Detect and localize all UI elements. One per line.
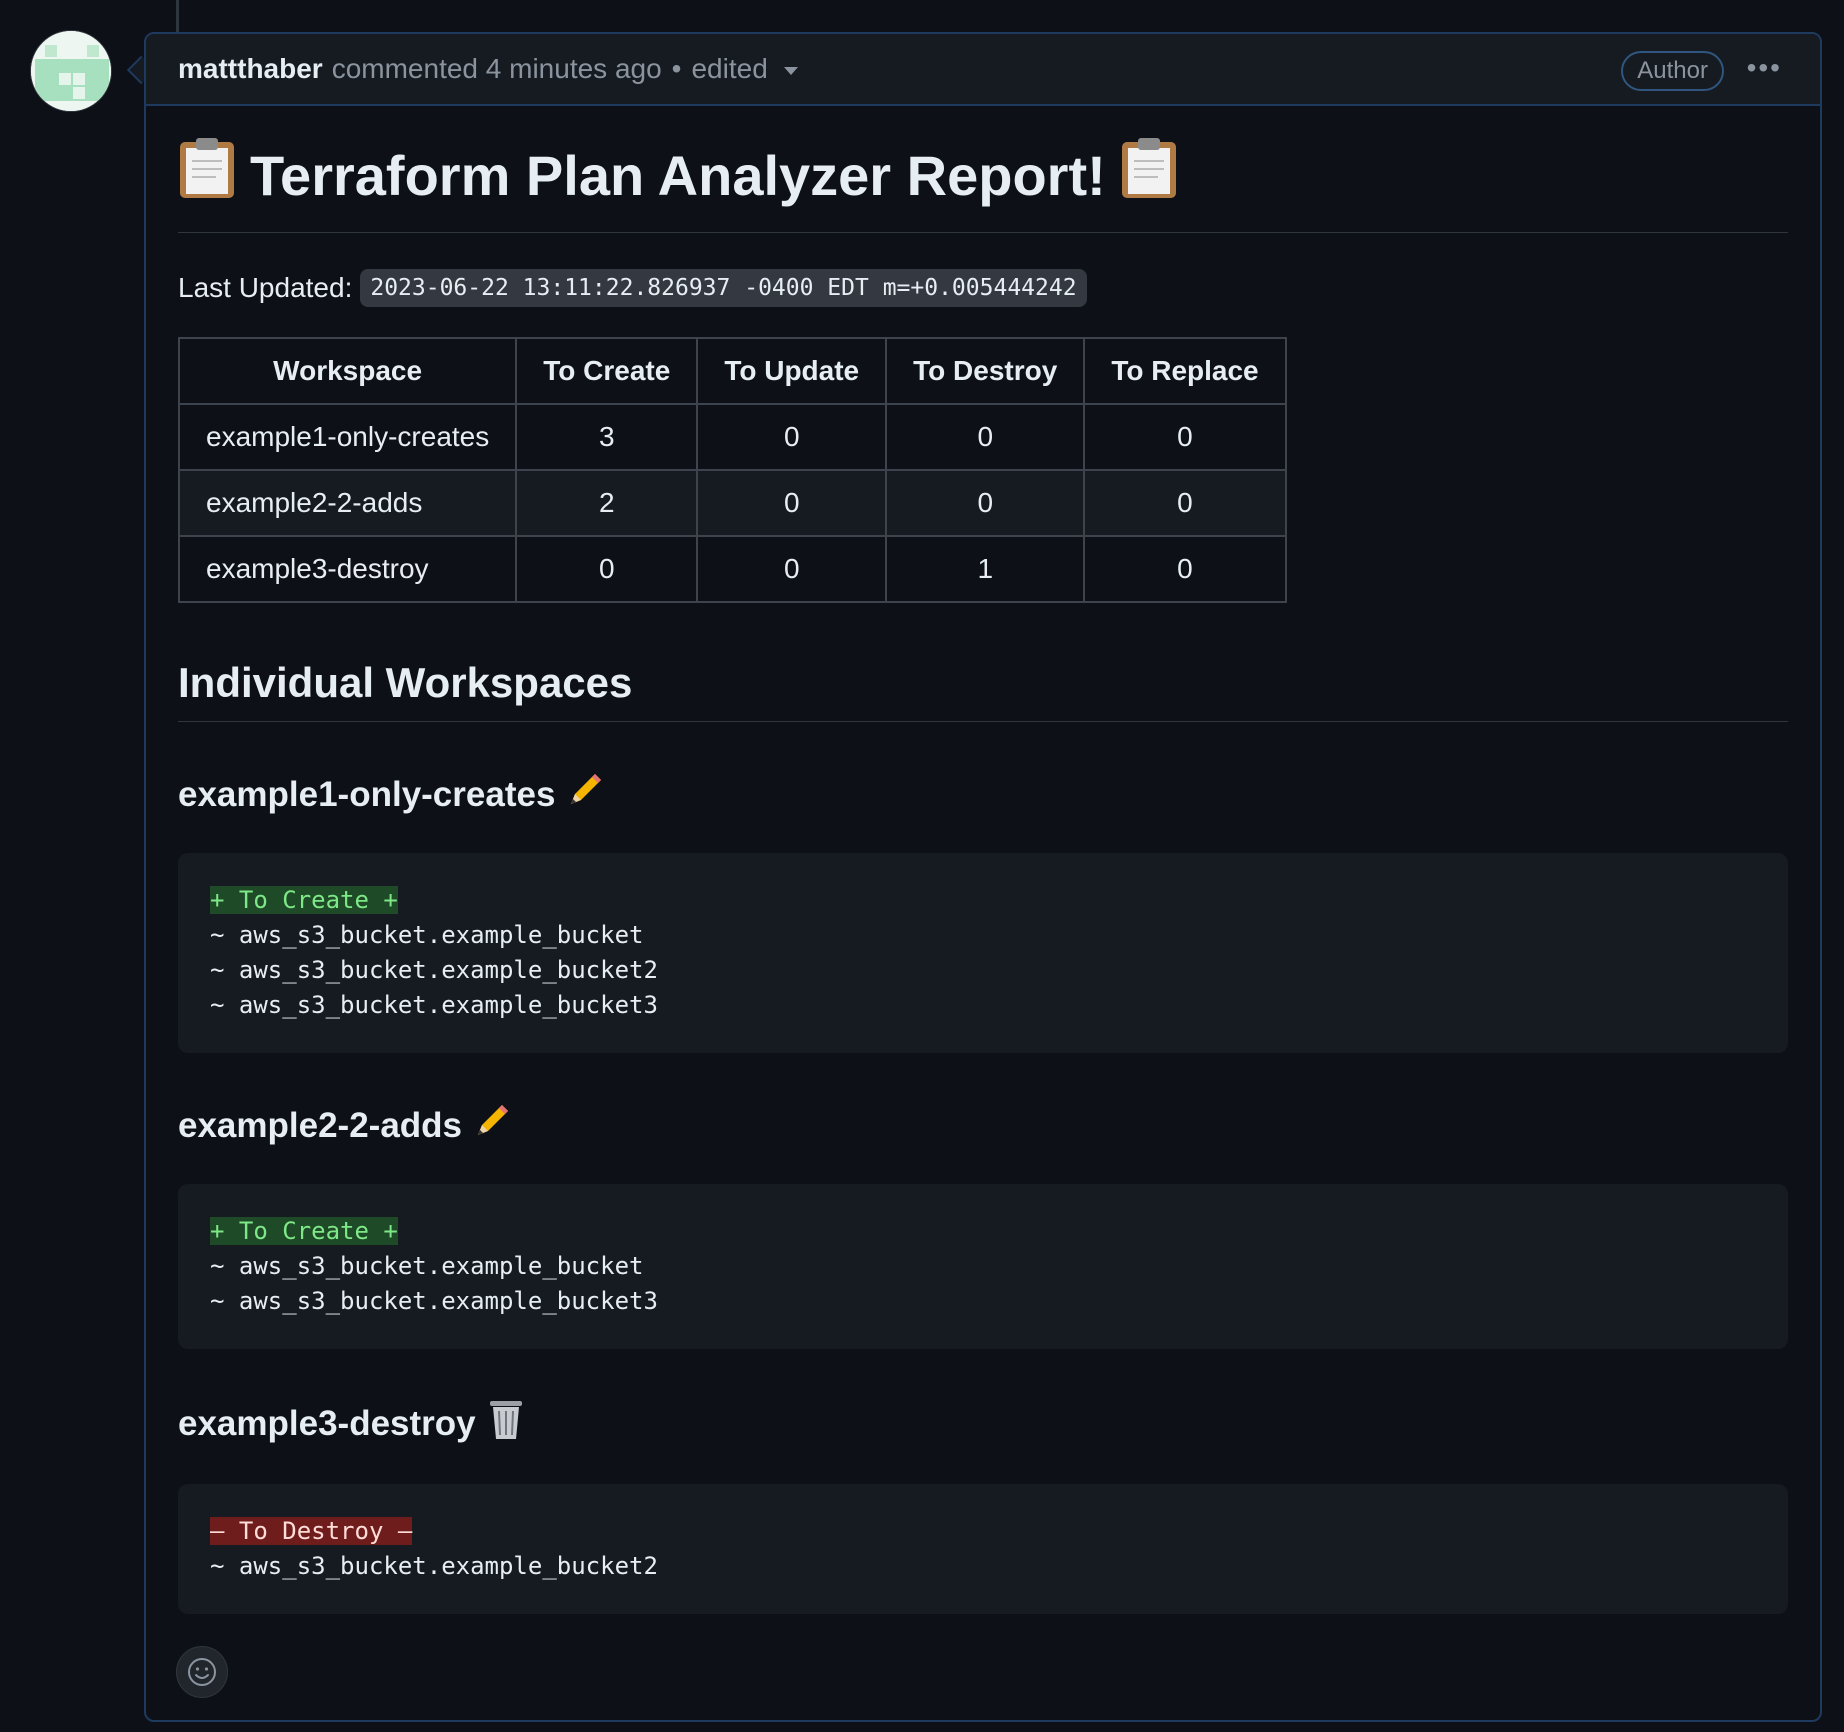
table-header-row: Workspace To Create To Update To Destroy… [177, 337, 1287, 406]
workspace-name: example2-2-adds [178, 1105, 463, 1145]
avatar[interactable] [30, 30, 112, 112]
code-line: ~ aws_s3_bucket.example_bucket [210, 1252, 644, 1281]
col-to-destroy: To Destroy [885, 337, 1086, 406]
col-to-update: To Update [696, 337, 888, 406]
summary-table: Workspace To Create To Update To Destroy… [177, 337, 1287, 604]
workspace-heading: example3-destroy [178, 1397, 1788, 1450]
table-row: example1-only-creates 3 0 0 0 [177, 403, 1287, 472]
pencil-icon [472, 1101, 512, 1150]
more-options-icon[interactable]: ••• [1747, 54, 1782, 82]
add-reaction-button[interactable] [176, 1646, 228, 1698]
cell-workspace: example1-only-creates [177, 403, 518, 472]
cell-to-update: 0 [696, 469, 888, 538]
code-block: + To Create + ~ aws_s3_bucket.example_buc… [178, 853, 1788, 1054]
create-tag: + To Create + [210, 1217, 398, 1246]
chevron-down-icon[interactable] [783, 67, 798, 75]
section-title: Individual Workspaces [178, 659, 1788, 723]
comment-card: mattthaber commented 4 minutes ago • edi… [144, 32, 1822, 1722]
cell-to-replace: 0 [1083, 403, 1287, 472]
author-badge: Author [1621, 51, 1724, 91]
edited-dropdown[interactable]: edited [691, 53, 767, 85]
code-line: ~ aws_s3_bucket.example_bucket2 [210, 1552, 658, 1581]
create-tag: + To Create + [210, 886, 398, 915]
code-line: ~ aws_s3_bucket.example_bucket [210, 921, 644, 950]
cell-workspace: example2-2-adds [177, 469, 518, 538]
code-line: ~ aws_s3_bucket.example_bucket3 [210, 1287, 658, 1316]
wastebasket-icon [486, 1397, 526, 1450]
comment-time[interactable]: 4 minutes ago [486, 53, 662, 85]
header-separator: • [671, 53, 682, 84]
report-title: Terraform Plan Analyzer Report! [178, 136, 1788, 234]
code-line: ~ aws_s3_bucket.example_bucket3 [210, 991, 658, 1020]
col-to-replace: To Replace [1083, 337, 1287, 406]
workspace-heading: example1-only-creates [178, 770, 1788, 819]
cell-to-destroy: 0 [885, 403, 1086, 472]
last-updated-value: 2023-06-22 13:11:22.826937 -0400 EDT m=+… [360, 269, 1087, 308]
page: mattthaber commented 4 minutes ago • edi… [0, 0, 1844, 1732]
clipboard-icon [1120, 136, 1178, 214]
cell-workspace: example3-destroy [177, 535, 518, 604]
comment-header: mattthaber commented 4 minutes ago • edi… [146, 34, 1820, 106]
cell-to-replace: 0 [1083, 469, 1287, 538]
cell-to-create: 3 [515, 403, 699, 472]
code-block: – To Destroy – ~ aws_s3_bucket.example_bu… [178, 1484, 1788, 1615]
workspace-name: example3-destroy [178, 1403, 476, 1443]
timeline-line [176, 0, 179, 34]
last-updated: Last Updated: 2023-06-22 13:11:22.826937… [178, 269, 1788, 308]
col-to-create: To Create [515, 337, 699, 406]
cell-to-create: 2 [515, 469, 699, 538]
author-link[interactable]: mattthaber [178, 53, 323, 85]
workspace-heading: example2-2-adds [178, 1101, 1788, 1150]
smiley-icon [188, 1658, 216, 1686]
code-block: + To Create + ~ aws_s3_bucket.example_buc… [178, 1184, 1788, 1350]
comment-action: commented [331, 53, 478, 84]
cell-to-replace: 0 [1083, 535, 1287, 604]
table-row: example3-destroy 0 0 1 0 [177, 535, 1287, 604]
workspace-name: example1-only-creates [178, 774, 556, 814]
identicon-icon [31, 31, 111, 111]
destroy-tag: – To Destroy – [210, 1517, 413, 1546]
cell-to-update: 0 [696, 403, 888, 472]
comment-body: Terraform Plan Analyzer Report! Last Upd… [146, 106, 1820, 1615]
cell-to-destroy: 1 [885, 535, 1086, 604]
pencil-icon [565, 770, 605, 819]
clipboard-icon [178, 136, 236, 214]
code-line: ~ aws_s3_bucket.example_bucket2 [210, 956, 658, 985]
report-title-text: Terraform Plan Analyzer Report! [250, 143, 1106, 207]
col-workspace: Workspace [177, 337, 518, 406]
last-updated-label: Last Updated: [178, 272, 353, 304]
cell-to-destroy: 0 [885, 469, 1086, 538]
cell-to-update: 0 [696, 535, 888, 604]
table-row: example2-2-adds 2 0 0 0 [177, 469, 1287, 538]
cell-to-create: 0 [515, 535, 699, 604]
